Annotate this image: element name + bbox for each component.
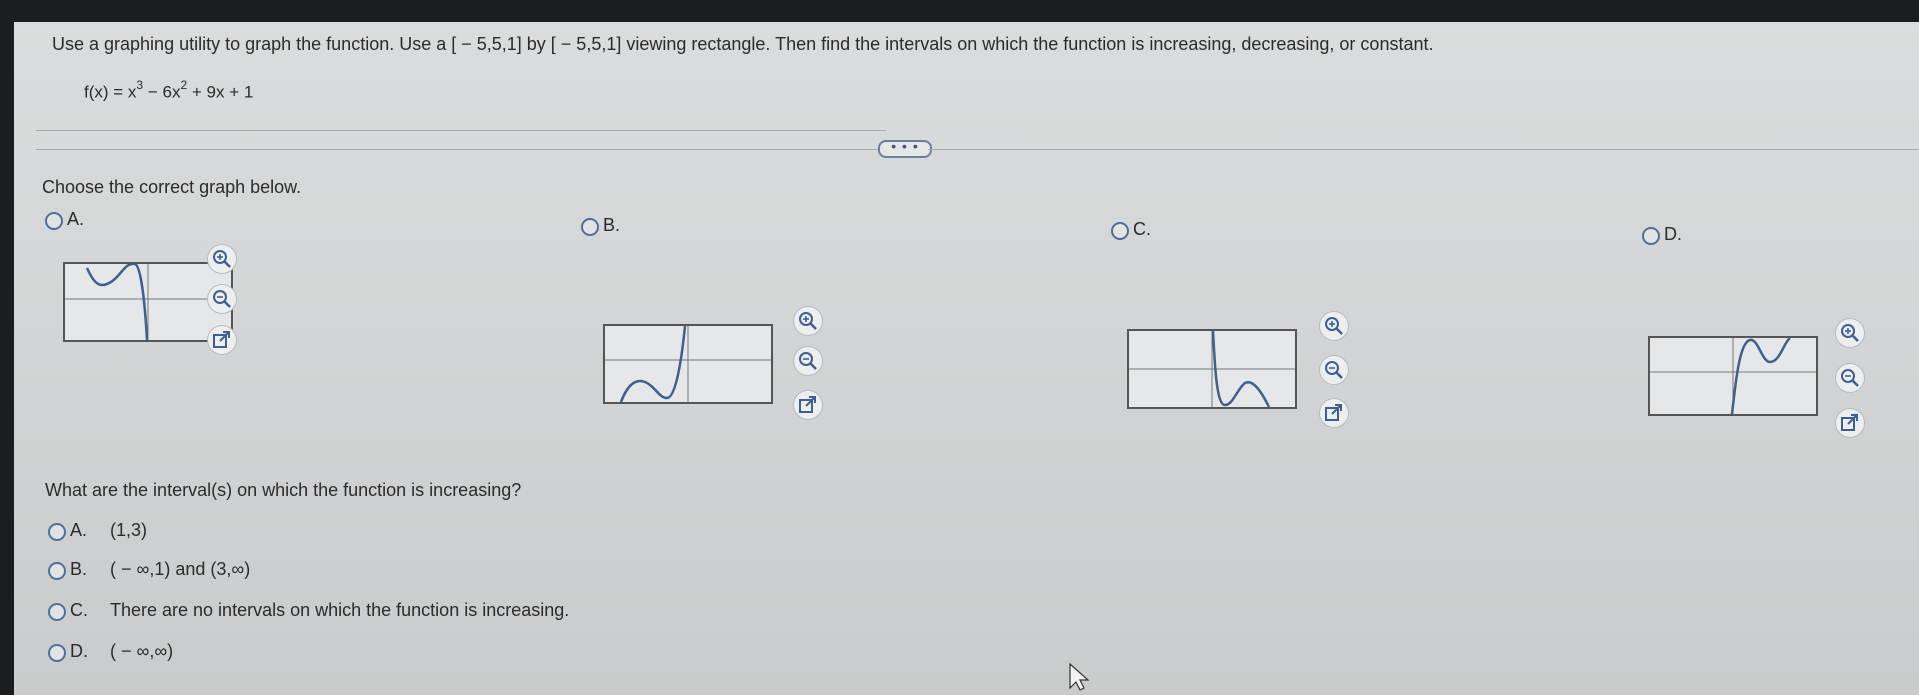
answer-b-letter: B. (70, 559, 88, 579)
graph-option-b[interactable] (603, 324, 773, 404)
graph-d-open-new-window-icon[interactable] (1835, 408, 1865, 438)
graph-c-zoom-out-icon[interactable] (1319, 355, 1349, 385)
graph-a-zoom-out-icon[interactable] (207, 284, 237, 314)
divider-right (928, 149, 1919, 150)
answer-b-text: ( − ∞,1) and (3,∞) (110, 559, 251, 579)
graph-option-d-radio[interactable] (1642, 227, 1660, 245)
graph-d-zoom-out-icon[interactable] (1835, 363, 1865, 393)
graph-option-c-radio[interactable] (1111, 222, 1129, 240)
answer-c-letter: C. (70, 600, 88, 620)
answer-a-letter: A. (70, 520, 88, 540)
graph-b-plot (605, 325, 771, 403)
graph-d-plot (1650, 336, 1816, 415)
function-formula: f(x) = x3 − 6x2 + 9x + 1 (84, 78, 254, 102)
graph-d-curve (1730, 336, 1791, 415)
graph-option-b-label: B. (603, 215, 621, 235)
graph-d-zoom-in-icon[interactable] (1835, 318, 1865, 348)
graph-b-zoom-out-icon[interactable] (793, 346, 823, 376)
graph-b-open-new-window-icon[interactable] (793, 390, 823, 420)
answer-b-radio[interactable] (48, 562, 66, 580)
graph-option-a-label: A. (67, 209, 85, 229)
graph-b-curve (619, 325, 687, 403)
graph-option-d[interactable] (1648, 336, 1818, 416)
divider-left-lower (36, 149, 878, 150)
answer-c-radio[interactable] (48, 603, 66, 621)
answer-a-text: (1,3) (110, 520, 148, 540)
answer-c-text: There are no intervals on which the func… (110, 600, 570, 620)
answer-d-text: ( − ∞,∞) (110, 641, 174, 661)
answer-d-radio[interactable] (48, 644, 66, 662)
graph-c-open-new-window-icon[interactable] (1319, 398, 1349, 428)
answer-a-radio[interactable] (48, 523, 66, 541)
graph-b-zoom-in-icon[interactable] (793, 306, 823, 336)
graph-c-zoom-in-icon[interactable] (1319, 311, 1349, 341)
graph-option-c[interactable] (1127, 329, 1297, 409)
mouse-cursor-icon (1069, 662, 1090, 691)
part2-prompt: What are the interval(s) on which the fu… (45, 480, 522, 500)
graph-option-c-label: C. (1133, 219, 1151, 239)
graph-a-plot (65, 262, 231, 341)
graph-c-plot (1129, 330, 1295, 408)
answer-d-letter: D. (70, 641, 88, 661)
question-panel: Use a graphing utility to graph the func… (14, 22, 1919, 695)
graph-option-a-radio[interactable] (45, 212, 63, 230)
graph-a-open-new-window-icon[interactable] (207, 325, 237, 355)
graph-a-curve (85, 262, 149, 341)
question-instruction: Use a graphing utility to graph the func… (52, 34, 1434, 54)
show-more-button[interactable]: • • • (878, 139, 932, 158)
part1-prompt: Choose the correct graph below. (42, 177, 302, 197)
graph-a-zoom-in-icon[interactable] (207, 244, 237, 274)
divider-left (36, 130, 886, 131)
graph-option-b-radio[interactable] (581, 218, 599, 236)
graph-option-d-label: D. (1664, 224, 1682, 244)
